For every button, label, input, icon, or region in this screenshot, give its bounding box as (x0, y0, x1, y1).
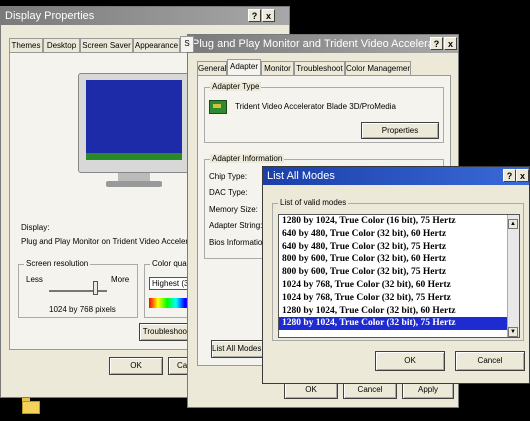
tab-monitor[interactable]: Monitor (261, 61, 294, 75)
chip-type-label: Chip Type: (209, 172, 248, 181)
adapter-chip-icon (209, 100, 227, 114)
adapter-properties-titlebar[interactable]: Plug and Play Monitor and Trident Video … (188, 35, 458, 53)
mode-list-item[interactable]: 800 by 600, True Color (32 bit), 75 Hert… (279, 266, 508, 279)
color-quality-group: Color quality Highest (32 (144, 259, 199, 318)
adapter-string-label: Adapter String: (209, 221, 263, 230)
modes-scrollbar[interactable]: ▲ ▼ (507, 215, 519, 337)
scroll-up-icon[interactable]: ▲ (508, 219, 518, 229)
list-all-modes-button[interactable]: List All Modes... (211, 340, 268, 358)
screen-resolution-group: Screen resolution Less More 1024 by 768 … (18, 259, 138, 318)
adapter-close-button[interactable]: x (444, 37, 457, 50)
valid-modes-title: List of valid modes (278, 198, 349, 207)
dac-type-label: DAC Type: (209, 188, 248, 197)
display-properties-title: Display Properties (5, 10, 95, 22)
valid-modes-list[interactable]: 1280 by 1024, True Color (16 bit), 75 He… (278, 214, 520, 338)
folder-icon[interactable] (22, 398, 40, 414)
close-button[interactable]: x (262, 9, 275, 22)
tab-troubleshoot[interactable]: Troubleshoot (294, 61, 345, 75)
tab-themes[interactable]: Themes (9, 38, 43, 52)
tab-color-management[interactable]: Color Management (345, 61, 411, 75)
mode-list-item[interactable]: 800 by 600, True Color (32 bit), 60 Hert… (279, 253, 508, 266)
mode-list-item[interactable]: 1280 by 1024, True Color (32 bit), 75 He… (279, 317, 508, 331)
display-properties-titlebar[interactable]: Display Properties (1, 7, 289, 25)
tab-screen-saver[interactable]: Screen Saver (80, 38, 133, 52)
mode-list-item[interactable]: 1024 by 768, True Color (32 bit), 75 Her… (279, 292, 508, 305)
display-label: Display: (21, 223, 50, 232)
mode-list-item[interactable]: 1280 by 1024, True Color (16 bit), 75 He… (279, 215, 508, 228)
list-all-modes-titlebar[interactable]: List All Modes (263, 167, 529, 185)
list-modes-close-button[interactable]: x (516, 169, 529, 182)
less-label: Less (26, 275, 43, 284)
tab-general[interactable]: General (197, 61, 227, 75)
bios-information-label: Bios Information: (209, 238, 270, 247)
tab-appearance[interactable]: Appearance (133, 38, 180, 52)
display-tabs: Themes Desktop Screen Saver Appearance S (9, 36, 194, 52)
tab-desktop[interactable]: Desktop (43, 38, 80, 52)
scroll-down-icon[interactable]: ▼ (508, 327, 518, 337)
troubleshoot-button[interactable]: Troubleshoot (139, 323, 193, 341)
adapter-info-title: Adapter Information (210, 154, 285, 163)
resolution-slider-track[interactable] (49, 290, 107, 292)
list-modes-cancel-button[interactable]: Cancel (455, 351, 525, 371)
list-modes-ok-button[interactable]: OK (375, 351, 445, 371)
adapter-tabs: General Adapter Monitor Troubleshoot Col… (197, 59, 411, 75)
list-all-modes-dialog: List All Modes ? x List of valid modes 1… (262, 166, 530, 384)
mode-list-item[interactable]: 1024 by 768, True Color (32 bit), 60 Her… (279, 279, 508, 292)
memory-size-label: Memory Size: (209, 205, 258, 214)
adapter-properties-button[interactable]: Properties (361, 122, 439, 139)
list-all-modes-title: List All Modes (267, 170, 335, 182)
monitor-screen (86, 80, 182, 160)
screen-resolution-title: Screen resolution (24, 259, 91, 268)
tab-adapter[interactable]: Adapter (227, 59, 261, 75)
adapter-type-title: Adapter Type (210, 82, 262, 91)
mode-items: 1280 by 1024, True Color (16 bit), 75 He… (279, 215, 508, 331)
resolution-value: 1024 by 768 pixels (49, 305, 116, 314)
tab-settings[interactable]: S (180, 36, 194, 52)
mode-list-item[interactable]: 640 by 480, True Color (32 bit), 75 Hert… (279, 241, 508, 254)
monitor-preview (78, 73, 190, 193)
mode-list-item[interactable]: 640 by 480, True Color (32 bit), 60 Hert… (279, 228, 508, 241)
list-modes-help-button[interactable]: ? (503, 169, 516, 182)
adapter-properties-title: Plug and Play Monitor and Trident Video … (192, 38, 458, 50)
help-button[interactable]: ? (248, 9, 261, 22)
valid-modes-group: List of valid modes 1280 by 1024, True C… (272, 198, 524, 341)
adapter-type-group: Adapter Type Trident Video Accelerator B… (204, 82, 444, 143)
display-value: Plug and Play Monitor on Trident Video A… (21, 237, 193, 246)
adapter-help-button[interactable]: ? (430, 37, 443, 50)
mode-list-item[interactable]: 1280 by 1024, True Color (32 bit), 60 He… (279, 305, 508, 318)
more-label: More (111, 275, 130, 284)
resolution-slider-thumb[interactable] (93, 281, 98, 295)
ok-button[interactable]: OK (109, 357, 163, 375)
adapter-name: Trident Video Accelerator Blade 3D/ProMe… (235, 102, 396, 111)
